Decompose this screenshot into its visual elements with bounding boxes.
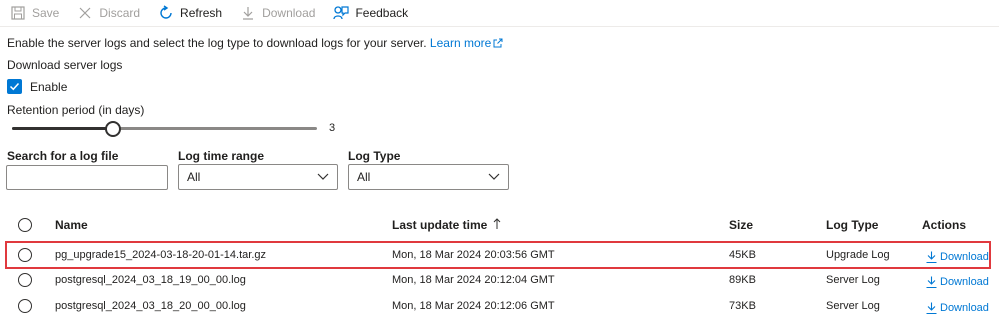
download-logs-title: Download server logs [7,58,123,72]
refresh-button[interactable]: Refresh [148,0,230,26]
page-description: Enable the server logs and select the lo… [7,36,503,51]
external-link-icon [493,37,503,51]
download-icon [926,302,937,314]
chevron-down-icon [317,170,329,184]
table-row[interactable]: postgresql_2024_03_18_19_00_00.log Mon, … [0,268,999,292]
learn-more-link[interactable]: Learn more [430,36,503,50]
row-name: pg_upgrade15_2024-03-18-20-01-14.tar.gz [55,249,266,261]
row-download-link[interactable]: Download [926,270,989,294]
download-icon [240,5,256,21]
row-type: Server Log [826,300,880,312]
log-type-value: All [357,170,371,184]
row-select-radio[interactable] [18,248,32,262]
header-actions: Actions [922,218,967,232]
row-time: Mon, 18 Mar 2024 20:03:56 GMT [392,249,555,261]
refresh-icon [158,5,174,21]
retention-value: 3 [329,122,336,134]
table-row[interactable]: postgresql_2024_03_18_20_00_00.log Mon, … [0,294,999,318]
row-download-link[interactable]: Download [926,245,989,269]
description-text: Enable the server logs and select the lo… [7,36,427,50]
download-label: Download [262,6,316,20]
row-time: Mon, 18 Mar 2024 20:12:04 GMT [392,274,555,286]
enable-label: Enable [30,79,68,94]
feedback-label: Feedback [355,6,409,20]
header-last-update[interactable]: Last update time [392,213,501,237]
select-all-radio-cell[interactable] [18,213,32,237]
time-range-value: All [187,170,201,184]
row-name: postgresql_2024_03_18_19_00_00.log [55,274,246,286]
search-input[interactable] [6,165,168,190]
chevron-down-icon [488,170,500,184]
retention-slider[interactable] [12,120,317,137]
download-toolbar-button[interactable]: Download [230,0,323,26]
slider-fill [12,127,113,130]
header-size[interactable]: Size [729,213,753,237]
feedback-button[interactable]: Feedback [323,0,416,26]
row-download-link[interactable]: Download [926,296,989,320]
download-icon [926,251,937,263]
command-bar: Save Discard Refresh Download Feedback [0,0,999,27]
feedback-icon [333,5,350,21]
row-type: Upgrade Log [826,249,890,261]
header-last-update-label: Last update time [392,218,488,232]
row-select-radio[interactable] [18,273,32,287]
close-icon [77,5,93,21]
row-size: 89KB [729,274,756,286]
table-row[interactable]: pg_upgrade15_2024-03-18-20-01-14.tar.gz … [0,243,999,267]
save-label: Save [32,6,60,20]
save-button[interactable]: Save [0,0,67,26]
enable-checkbox[interactable] [7,79,22,94]
select-all-radio[interactable] [18,218,32,232]
log-type-dropdown[interactable]: All [348,164,509,190]
search-label: Search for a log file [7,149,119,163]
log-type-label: Log Type [348,149,401,163]
row-time: Mon, 18 Mar 2024 20:12:06 GMT [392,300,555,312]
download-icon [926,276,937,288]
retention-label: Retention period (in days) [7,103,145,117]
time-range-label: Log time range [178,149,265,163]
row-name: postgresql_2024_03_18_20_00_00.log [55,300,246,312]
row-select-radio[interactable] [18,299,32,313]
checkmark-icon [9,82,20,91]
refresh-label: Refresh [180,6,223,20]
discard-label: Discard [99,6,141,20]
discard-button[interactable]: Discard [67,0,148,26]
enable-checkbox-row[interactable]: Enable [7,79,67,94]
slider-thumb[interactable] [104,121,121,137]
row-size: 73KB [729,300,756,312]
download-link-label: Download [940,276,989,288]
time-range-dropdown[interactable]: All [178,164,338,190]
header-name[interactable]: Name [55,213,88,237]
header-log-type[interactable]: Log Type [826,213,878,237]
row-type: Server Log [826,274,880,286]
save-icon [10,5,26,21]
sort-ascending-icon [493,217,501,233]
row-size: 45KB [729,249,756,261]
table-header: Name Last update time Size Log Type Acti… [0,213,999,237]
download-link-label: Download [940,302,989,314]
download-link-label: Download [940,251,989,263]
